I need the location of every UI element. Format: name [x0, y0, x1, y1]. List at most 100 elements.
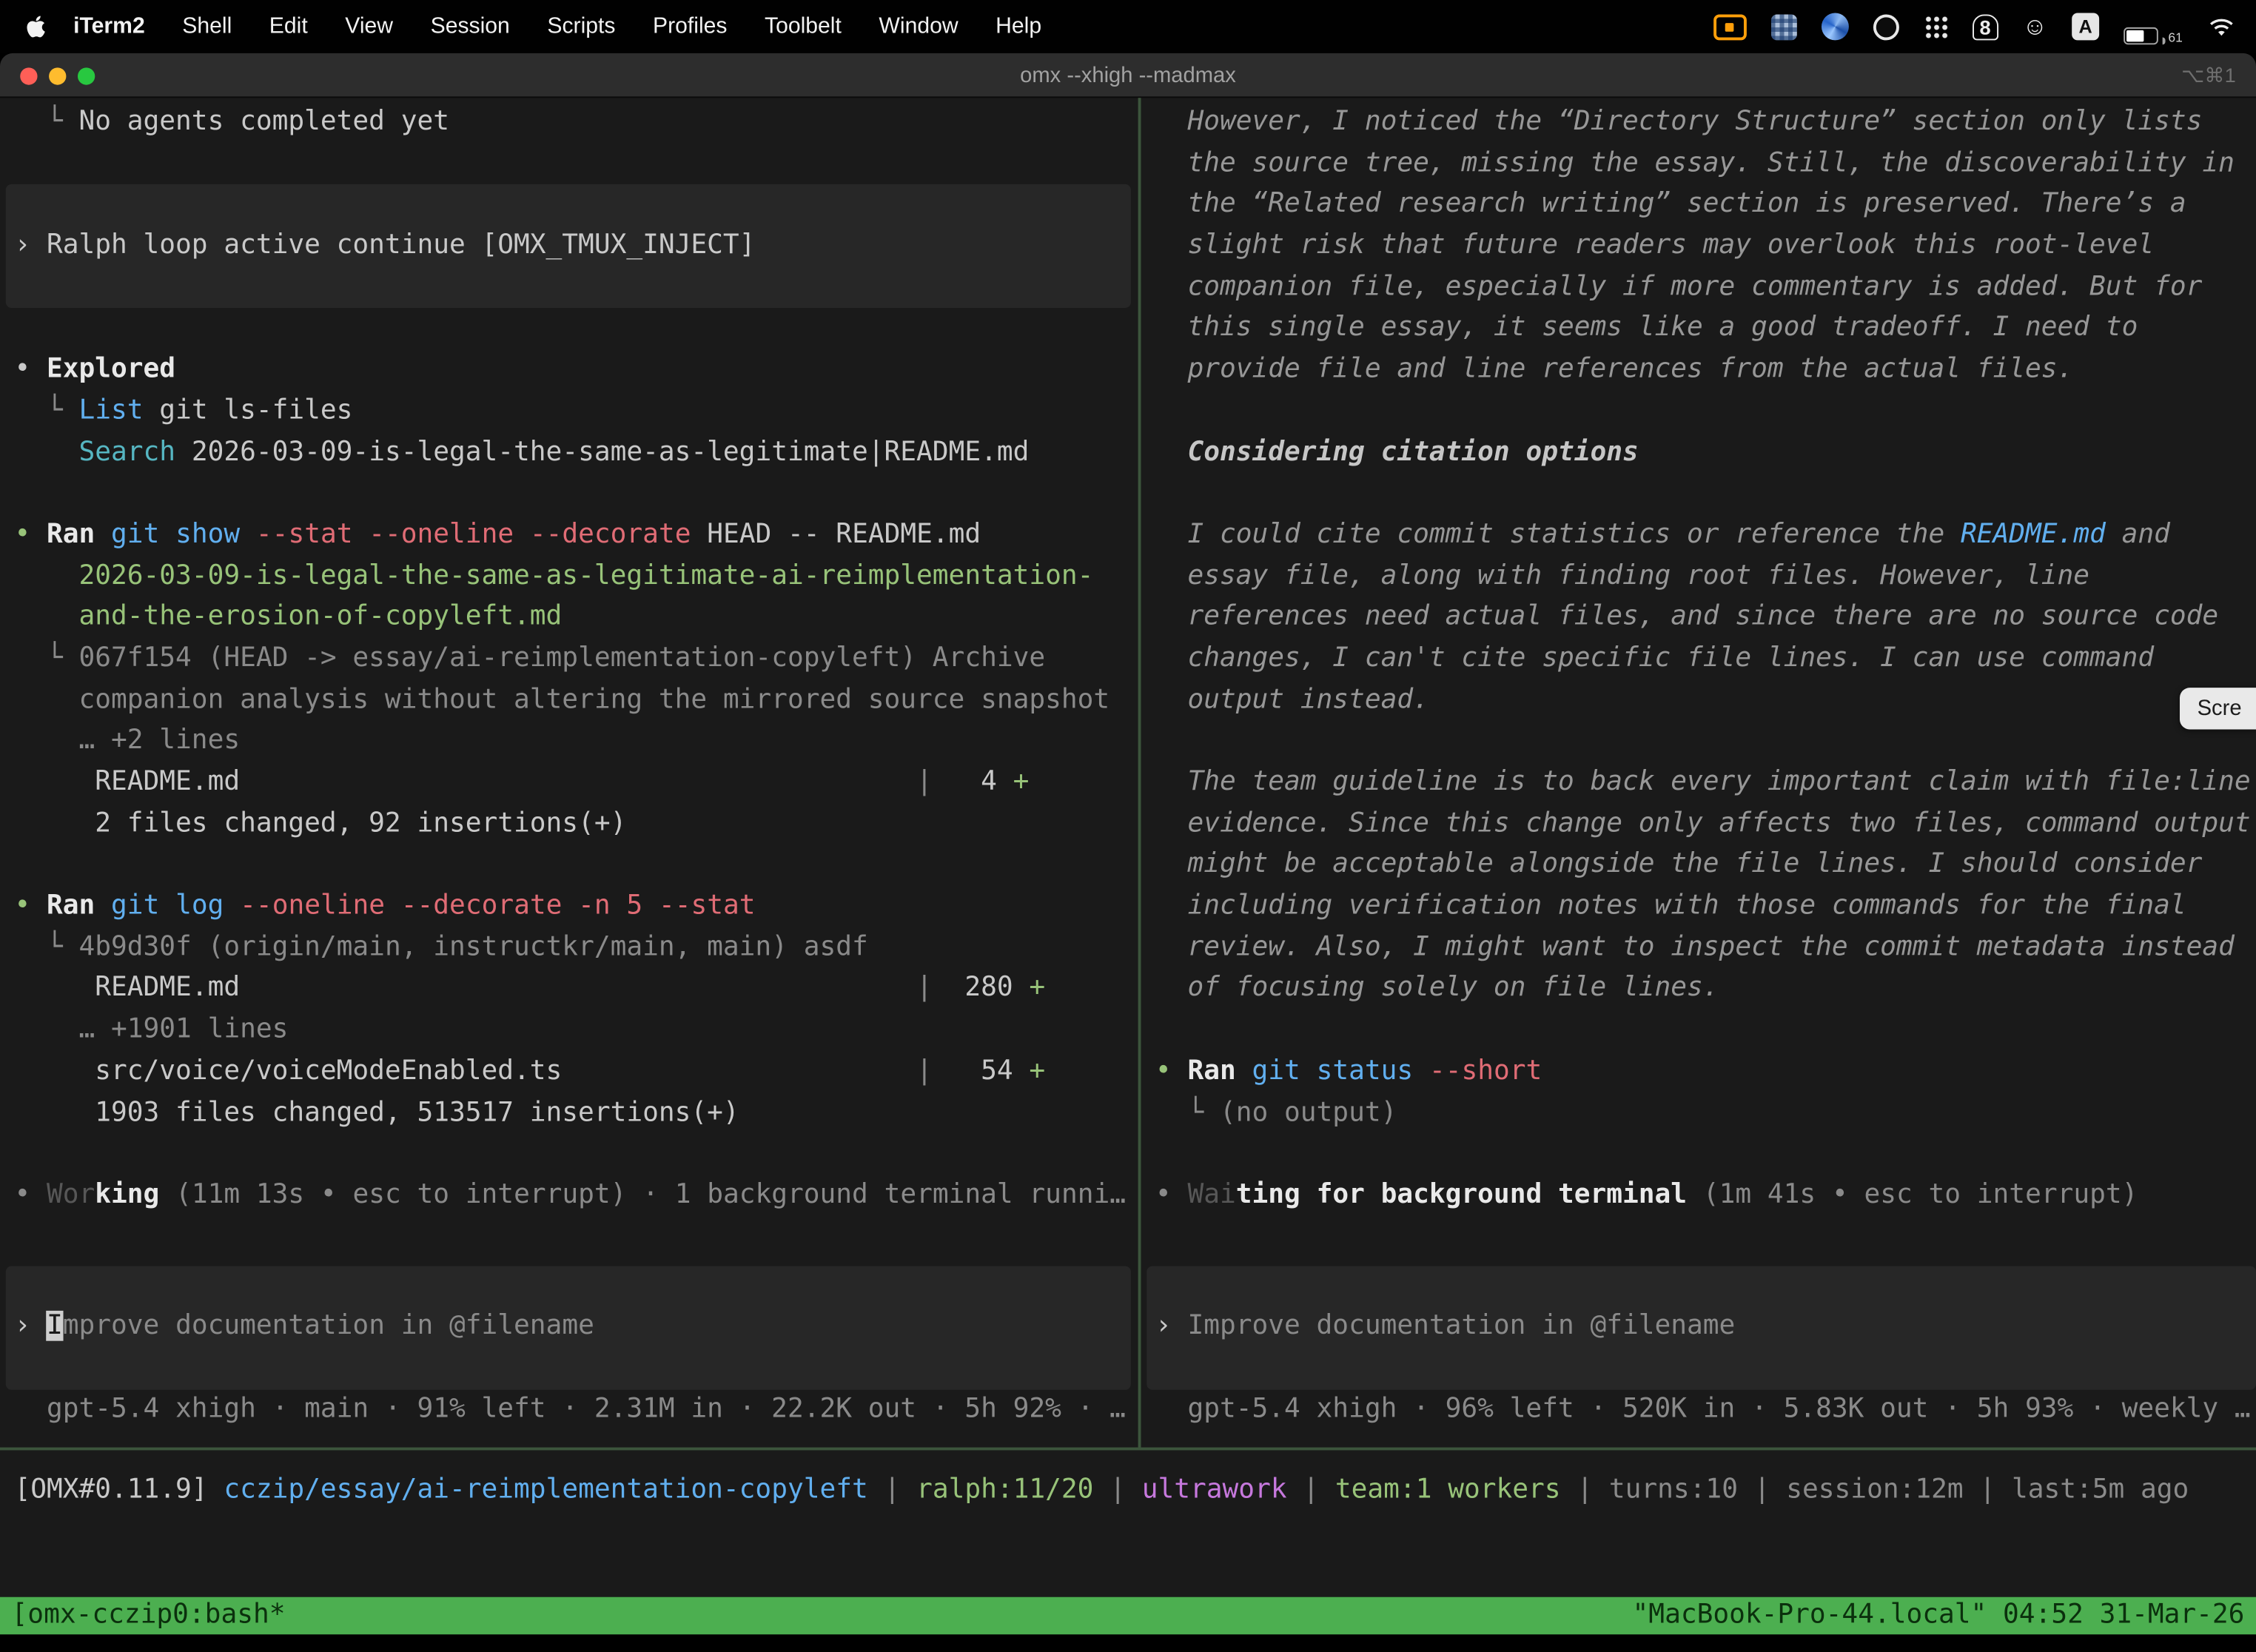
text-run: |: [868, 1474, 916, 1505]
text-run: src/voice/voiceModeEnabled.ts: [14, 1055, 562, 1086]
prompt-input[interactable]: › Improve documentation in @filename: [1147, 1266, 2256, 1389]
tmux-status-bar: [omx-cczip0:bash* "MacBook-Pro-44.local"…: [0, 1597, 2256, 1635]
terminal-line: the “Related research writing” section i…: [1155, 185, 2256, 226]
face-icon[interactable]: ☺: [2022, 10, 2047, 44]
text-run: |: [240, 767, 933, 797]
menu-item-iterm2[interactable]: iTerm2: [55, 13, 164, 39]
blank-line: [1155, 391, 2256, 432]
key-badge-icon[interactable]: 8: [1973, 10, 1998, 44]
spacer: [1155, 1217, 2256, 1266]
text-run: +: [1029, 973, 1045, 1004]
text-run: slight risk that future readers may over…: [1155, 230, 2154, 261]
text-run: output instead.: [1155, 685, 1429, 715]
menu-item-shell[interactable]: Shell: [164, 13, 251, 39]
grid-pattern-icon[interactable]: [1771, 10, 1797, 44]
text-run: |: [562, 1055, 933, 1086]
text-run: essay file, along with finding root file…: [1155, 560, 2089, 591]
text-run: [1413, 1055, 1429, 1086]
text-run: the “Related research writing” section i…: [1155, 189, 2186, 219]
window-shortcut: ⌥⌘1: [2181, 53, 2236, 98]
screen-recording-icon[interactable]: [1713, 10, 1747, 44]
battery-icon[interactable]: 61: [2124, 10, 2183, 44]
text-run: 067f154 (HEAD -> essay/ai-reimplementati…: [78, 643, 1045, 674]
screenshot-notification[interactable]: Scre: [2180, 688, 2256, 729]
text-run: Ran: [47, 890, 95, 921]
text-run: 2026-03-09-is-legal-the-same-as-legitima…: [175, 437, 1029, 467]
wifi-icon[interactable]: [2207, 10, 2236, 44]
lens-icon[interactable]: [1873, 10, 1899, 44]
pane-right[interactable]: However, I noticed the “Directory Struct…: [1141, 98, 2256, 1447]
text-run: gpt-5.4 xhigh · 96% left · 520K in · 5.8…: [1155, 1394, 2251, 1424]
text-run: No agents completed yet: [78, 107, 449, 137]
blank-line: [1155, 721, 2256, 762]
text-run: •: [14, 1180, 47, 1210]
terminal-line: review. Also, I might want to inspect th…: [1155, 927, 2256, 969]
blank-line: [14, 144, 1138, 185]
text-run: └: [1155, 1097, 1220, 1127]
text-run: mprove documentation in @filename: [63, 1311, 594, 1341]
text-run: HEAD -- README.md: [691, 519, 981, 549]
text-run: ›: [1155, 1311, 1188, 1341]
terminal-line: └ List git ls-files: [14, 391, 1138, 432]
text-run: --short: [1429, 1055, 1542, 1086]
menu-item-help[interactable]: Help: [977, 13, 1061, 39]
text-run: +: [1029, 1055, 1045, 1086]
text-run: •: [1155, 1055, 1188, 1086]
text-run: However, I noticed the “Directory Struct…: [1155, 107, 2202, 137]
text-run: ultrawork: [1142, 1474, 1287, 1505]
text-run: team:1 workers: [1335, 1474, 1561, 1505]
terminal-line: └ 067f154 (HEAD -> essay/ai-reimplementa…: [14, 639, 1138, 680]
terminal-line: Search 2026-03-09-is-legal-the-same-as-l…: [14, 432, 1138, 474]
terminal-line: • Ran git log --oneline --decorate -n 5 …: [14, 887, 1138, 928]
text-run: last:5m ago: [2012, 1474, 2189, 1505]
keyboard-layout-icon[interactable]: A: [2072, 10, 2099, 44]
terminal-line: • Ran git show --stat --oneline --decora…: [14, 515, 1138, 557]
pane-left[interactable]: └ No agents completed yet › Ralph loop a…: [0, 98, 1138, 1447]
text-run: [159, 1180, 175, 1210]
apple-icon: [26, 14, 46, 38]
menu-item-session[interactable]: Session: [412, 13, 528, 39]
terminal-line: gpt-5.4 xhigh · main · 91% left · 2.31M …: [14, 1389, 1138, 1431]
text-run: ›: [14, 230, 47, 261]
menu-item-toolbelt[interactable]: Toolbelt: [746, 13, 860, 39]
text-run: --stat --oneline --decorate: [256, 519, 691, 549]
terminal-line: › Improve documentation in @filename: [1155, 1307, 2242, 1349]
text-run: (1m 41s • esc to interrupt): [1703, 1180, 2138, 1210]
terminal-line: └ No agents completed yet: [14, 102, 1138, 144]
text-run: git status: [1252, 1055, 1414, 1086]
app-grid-icon[interactable]: [1924, 10, 1948, 44]
terminal-line: 1903 files changed, 513517 insertions(+): [14, 1092, 1138, 1134]
text-run: |: [1738, 1474, 1786, 1505]
menu-bar: iTerm2ShellEditViewSessionScriptsProfile…: [0, 0, 2256, 53]
blue-orb-icon[interactable]: [1822, 10, 1849, 44]
menu-item-profiles[interactable]: Profiles: [634, 13, 746, 39]
text-run: king: [95, 1180, 159, 1210]
menu-item-edit[interactable]: Edit: [251, 13, 326, 39]
terminal-line: 2 files changed, 92 insertions(+): [14, 804, 1138, 845]
apple-menu[interactable]: [0, 14, 55, 38]
prompt-input[interactable]: › Ralph loop active continue [OMX_TMUX_I…: [6, 185, 1131, 309]
terminal-line: • Ran git status --short: [1155, 1052, 2256, 1093]
text-run: README.md: [14, 767, 240, 797]
text-run: [14, 437, 78, 467]
text-run: 2026-03-09-is-legal-the-same-as-legitima…: [78, 560, 1093, 591]
text-run: the source tree, missing the essay. Stil…: [1155, 148, 2235, 178]
menu-item-scripts[interactable]: Scripts: [528, 13, 634, 39]
blank-line: [1155, 1134, 2256, 1175]
prompt-input[interactable]: › Improve documentation in @filename: [6, 1266, 1131, 1389]
title-bar: omx --xhigh --madmax ⌥⌘1: [0, 53, 2256, 98]
text-run: └: [14, 395, 78, 426]
text-run: └: [14, 107, 78, 137]
text-run: Wor: [47, 1180, 95, 1210]
text-run: git ls-files: [144, 395, 353, 426]
text-run: git log: [111, 890, 224, 921]
terminal-line: this single essay, it seems like a good …: [1155, 309, 2256, 350]
menu-item-view[interactable]: View: [326, 13, 412, 39]
text-run: [14, 602, 78, 632]
terminal-line: changes, I can't cite specific file line…: [1155, 639, 2256, 680]
text-run: |: [1561, 1474, 1609, 1505]
text-run: companion file, especially if more comme…: [1155, 272, 2202, 302]
text-run: and: [2106, 519, 2170, 549]
terminal-line: … +2 lines: [14, 721, 1138, 762]
menu-item-window[interactable]: Window: [860, 13, 977, 39]
